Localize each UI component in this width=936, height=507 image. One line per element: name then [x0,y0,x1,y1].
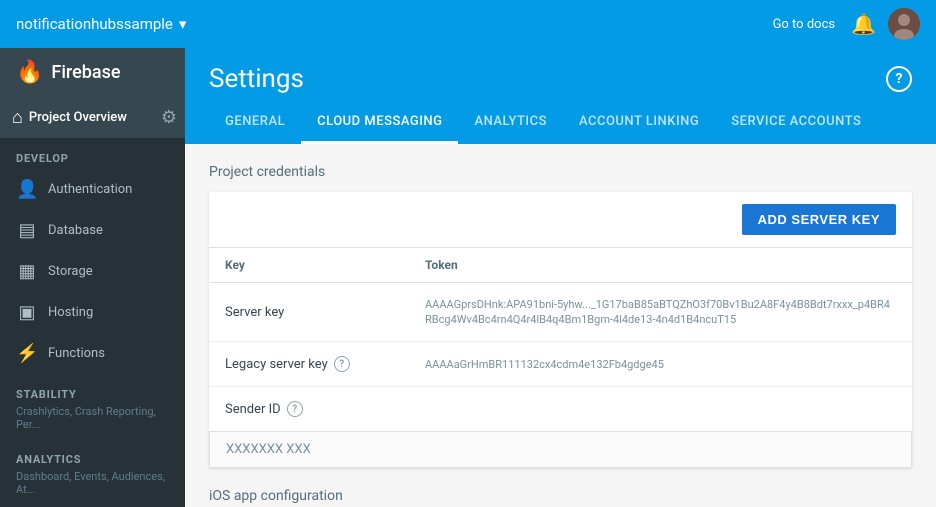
sidebar-item-authentication[interactable]: 👤 Authentication [0,169,185,210]
home-icon: ⌂ [12,107,23,128]
go-to-docs-link[interactable]: Go to docs [773,17,836,32]
project-overview-row[interactable]: ⌂ Project Overview ⚙ [0,97,185,138]
sidebar-item-database[interactable]: ▤ Database [0,210,185,251]
project-credentials-title: Project credentials [209,164,912,180]
sidebar: 🔥 Firebase ⌂ Project Overview ⚙ DEVELOP … [0,48,185,507]
firebase-logo-icon: 🔥 [16,60,43,85]
project-credentials-card: ADD SERVER KEY Key Token Server key [209,192,912,468]
tab-account-linking[interactable]: ACCOUNT LINKING [563,102,715,144]
project-name: notificationhubssample [16,15,173,33]
sender-id-help-icon[interactable]: ? [287,401,303,417]
sidebar-item-label-database: Database [48,223,103,238]
content-header: Settings ? GENERAL CLOUD MESSAGING ANALY… [185,48,936,144]
table-row: Legacy server key ? AAAAaGrHmBR111132cx4… [209,342,912,387]
sidebar-item-storage[interactable]: ▦ Storage [0,251,185,292]
col-token-header: Token [409,248,912,283]
hosting-icon: ▣ [16,302,38,323]
tab-cloud-messaging[interactable]: CLOUD MESSAGING [301,102,458,144]
sidebar-item-label-hosting: Hosting [48,305,93,320]
sender-id-token [409,387,912,432]
content-body: Project credentials ADD SERVER KEY Key T… [185,144,936,507]
help-icon[interactable]: ? [886,66,912,92]
analytics-sub: Dashboard, Events, Audiences, At... [0,470,185,504]
sidebar-logo-text: Firebase [51,62,120,83]
section-label-analytics: ANALYTICS [0,439,185,470]
card-toolbar: ADD SERVER KEY [209,192,912,248]
stability-sub: Crashlytics, Crash Reporting, Per... [0,405,185,439]
functions-icon: ⚡ [16,343,38,364]
col-key-header: Key [209,248,409,283]
database-icon: ▤ [16,220,38,241]
server-key-token: AAAAGprsDHnk:APA91bni-5yhw..._1G17baB85a… [409,283,912,342]
sidebar-item-label-storage: Storage [48,264,93,279]
sidebar-item-functions[interactable]: ⚡ Functions [0,333,185,374]
main-content: Settings ? GENERAL CLOUD MESSAGING ANALY… [185,48,936,507]
project-overview-label: Project Overview [29,110,155,125]
sidebar-logo[interactable]: 🔥 Firebase [0,48,185,97]
sidebar-item-label-functions: Functions [48,346,105,361]
sidebar-item-hosting[interactable]: ▣ Hosting [0,292,185,333]
add-server-key-button[interactable]: ADD SERVER KEY [742,204,896,235]
person-icon: 👤 [16,179,38,200]
table-row: Sender ID ? [209,387,912,432]
sender-id-label: Sender ID ? [209,387,409,432]
credentials-table: Key Token Server key AAAAGprsDHnk:APA91b… [209,248,912,431]
table-row: Server key AAAAGprsDHnk:APA91bni-5yhw...… [209,283,912,342]
project-selector[interactable]: notificationhubssample ▾ [16,15,186,33]
sender-id-value: XXXXXXX XXX [226,442,311,457]
tab-service-accounts[interactable]: SERVICE ACCOUNTS [715,102,877,144]
legacy-server-key-token: AAAAaGrHmBR111132cx4cdm4e132Fb4gdge45 [409,342,912,387]
storage-icon: ▦ [16,261,38,282]
ios-section-title: iOS app configuration [209,488,912,504]
bell-icon[interactable]: 🔔 [851,12,876,36]
sidebar-item-label-authentication: Authentication [48,182,132,197]
section-label-stability: STABILITY [0,374,185,405]
legacy-server-key-label: Legacy server key ? [209,342,409,387]
avatar[interactable] [888,8,920,40]
server-key-label: Server key [209,283,409,342]
tabs-row: GENERAL CLOUD MESSAGING ANALYTICS ACCOUN… [209,102,912,144]
tab-analytics[interactable]: ANALYTICS [458,102,563,144]
legacy-key-help-icon[interactable]: ? [334,356,350,372]
sender-id-value-box: XXXXXXX XXX [209,431,912,468]
chevron-down-icon: ▾ [179,15,187,33]
topbar: notificationhubssample ▾ Go to docs 🔔 [0,0,936,48]
page-title: Settings [209,64,304,94]
tab-general[interactable]: GENERAL [209,102,301,144]
gear-icon[interactable]: ⚙ [161,107,177,128]
section-label-develop: DEVELOP [0,138,185,169]
